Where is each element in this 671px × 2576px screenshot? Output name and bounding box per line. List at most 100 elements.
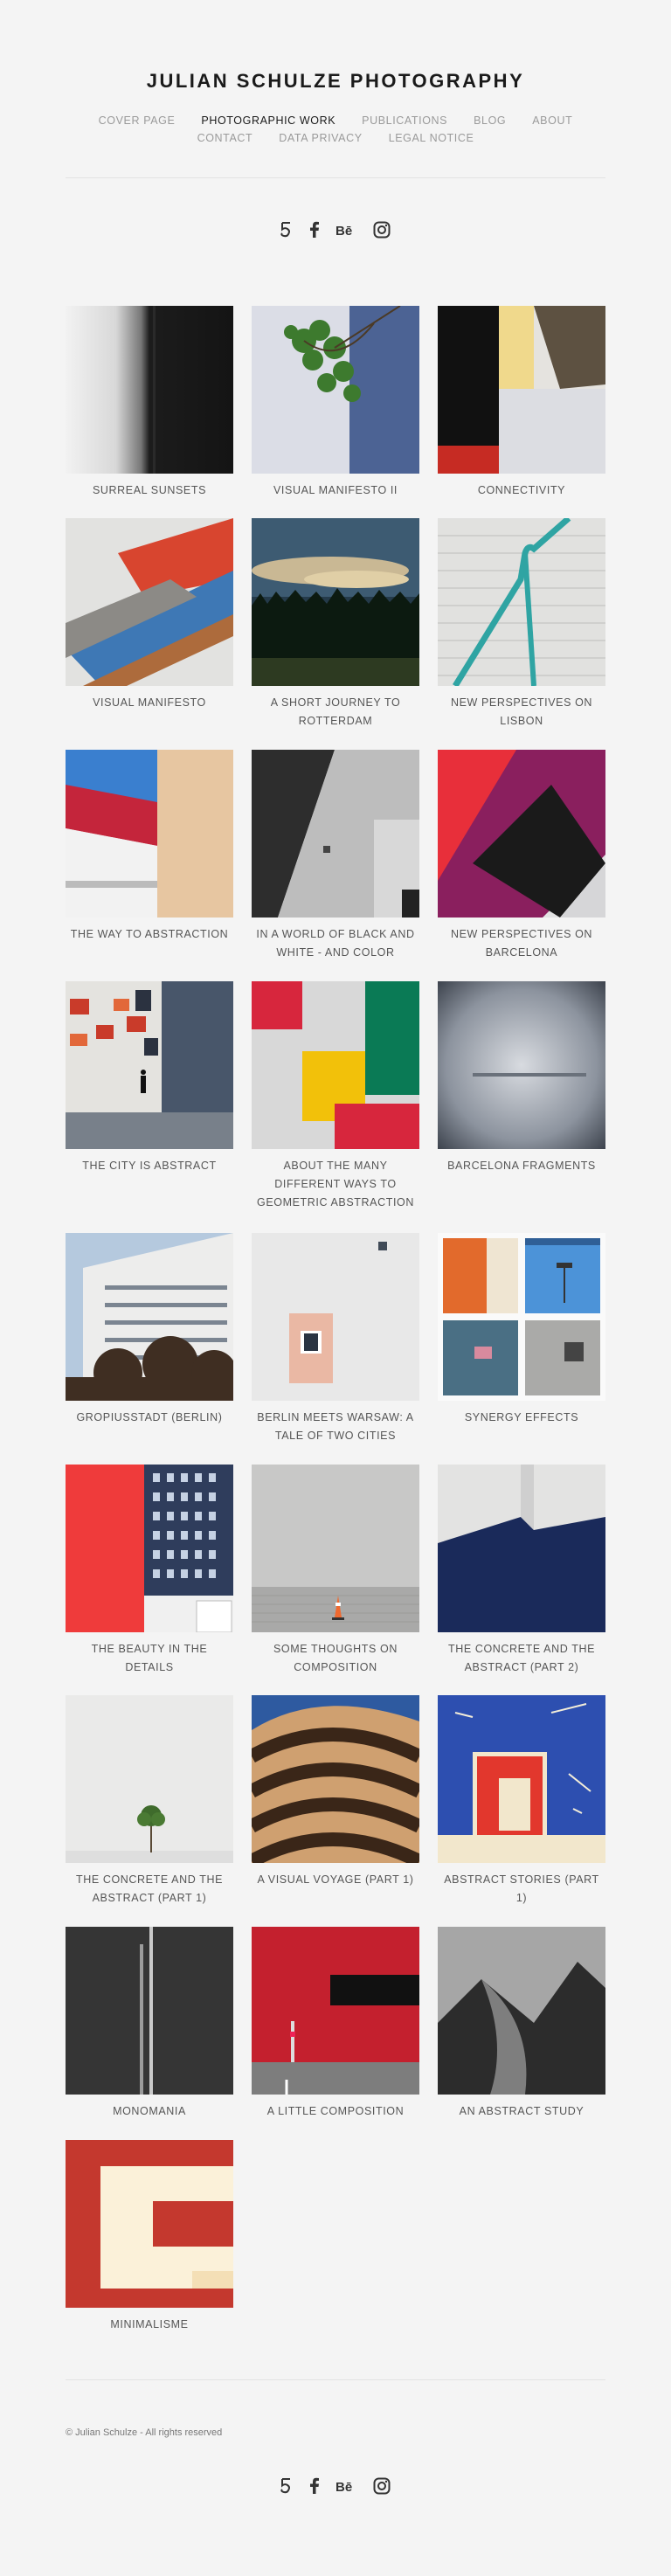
gallery-thumbnail[interactable] [66,518,233,686]
gallery-item-the-concrete-and-the-abstract-part-1[interactable]: THE CONCRETE AND THE ABSTRACT (PART 1) [66,1695,233,1908]
gallery-item-about-the-many-different-ways-to-geometric-abstraction[interactable]: ABOUT THE MANY DIFFERENT WAYS TO GEOMETR… [252,981,419,1212]
gallery-item-minimalisme[interactable]: MINIMALISME [66,2140,233,2334]
behance-icon[interactable]: Bē [336,2478,356,2494]
gallery-caption[interactable]: NEW PERSPECTIVES ON BARCELONA [438,925,605,962]
gallery-item-in-a-world-of-black-and-white-and-color[interactable]: IN A WORLD OF BLACK AND WHITE - AND COLO… [252,750,419,962]
gallery-item-new-perspectives-on-lisbon[interactable]: NEW PERSPECTIVES ON LISBON [438,518,605,731]
gallery-item-the-concrete-and-the-abstract-part-2[interactable]: THE CONCRETE AND THE ABSTRACT (PART 2) [438,1465,605,1677]
gallery-caption[interactable]: NEW PERSPECTIVES ON LISBON [438,694,605,731]
gallery-thumbnail[interactable] [438,750,605,918]
gallery-thumbnail[interactable] [438,306,605,474]
gallery-thumbnail[interactable] [66,306,233,474]
gallery-thumbnail[interactable] [66,1927,233,2095]
gallery-caption[interactable]: MONOMANIA [66,2102,233,2121]
gallery-thumbnail[interactable] [66,1465,233,1632]
gallery-caption[interactable]: THE CITY IS ABSTRACT [66,1157,233,1175]
gallery-caption[interactable]: IN A WORLD OF BLACK AND WHITE - AND COLO… [252,925,419,962]
gallery-caption[interactable]: VISUAL MANIFESTO II [252,481,419,500]
gallery-item-abstract-stories-part-1[interactable]: ABSTRACT STORIES (PART 1) [438,1695,605,1908]
nav-data-privacy[interactable]: DATA PRIVACY [279,132,362,144]
gallery-item-surreal-sunsets[interactable]: SURREAL SUNSETS [66,306,233,500]
gallery-thumbnail[interactable] [438,1233,605,1401]
gallery-caption[interactable]: A LITTLE COMPOSITION [252,2102,419,2121]
gallery-caption[interactable]: SURREAL SUNSETS [66,481,233,500]
gallery-thumbnail[interactable] [66,750,233,918]
gallery-caption[interactable]: SYNERGY EFFECTS [438,1409,605,1427]
gallery-caption[interactable]: BARCELONA FRAGMENTS [438,1157,605,1175]
nav-legal-notice[interactable]: LEGAL NOTICE [389,132,474,144]
gallery-item-a-visual-voyage-part-1[interactable]: A VISUAL VOYAGE (PART 1) [252,1695,419,1889]
gallery-thumbnail[interactable] [66,981,233,1149]
header-divider [66,177,605,178]
gallery-item-the-way-to-abstraction[interactable]: THE WAY TO ABSTRACTION [66,750,233,944]
footer-copyright: © Julian Schulze - All rights reserved [66,2427,223,2438]
gallery-caption[interactable]: THE CONCRETE AND THE ABSTRACT (PART 1) [66,1871,233,1908]
nav-photographic-work[interactable]: PHOTOGRAPHIC WORK [201,114,336,127]
footer-social-links: Bē [0,2477,671,2495]
gallery-thumbnail[interactable] [438,1927,605,2095]
gallery-thumbnail[interactable] [66,2140,233,2308]
gallery-thumbnail[interactable] [252,1927,419,2095]
gallery-thumbnail[interactable] [66,1695,233,1863]
primary-nav: COVER PAGE PHOTOGRAPHIC WORK PUBLICATIONS B… [66,114,605,127]
gallery-item-barcelona-fragments[interactable]: BARCELONA FRAGMENTS [438,981,605,1175]
nav-contact[interactable]: CONTACT [197,132,253,144]
gallery-caption[interactable]: A SHORT JOURNEY TO ROTTERDAM [252,694,419,731]
gallery-item-monomania[interactable]: MONOMANIA [66,1927,233,2121]
behance-icon[interactable]: Bē [336,222,356,238]
gallery-thumbnail[interactable] [252,306,419,474]
gallery-caption[interactable]: MINIMALISME [66,2316,233,2334]
gallery-item-the-city-is-abstract[interactable]: THE CITY IS ABSTRACT [66,981,233,1175]
gallery-thumbnail[interactable] [66,1233,233,1401]
gallery-thumbnail[interactable] [252,1695,419,1863]
gallery-caption[interactable]: THE WAY TO ABSTRACTION [66,925,233,944]
instagram-icon[interactable] [373,221,391,239]
gallery-caption[interactable]: AN ABSTRACT STUDY [438,2102,605,2121]
gallery-item-visual-manifesto[interactable]: VISUAL MANIFESTO [66,518,233,712]
500px-icon[interactable] [280,221,293,239]
gallery-thumbnail[interactable] [438,981,605,1149]
gallery-caption[interactable]: THE BEAUTY IN THE DETAILS [66,1640,233,1677]
gallery-item-a-short-journey-to-rotterdam[interactable]: A SHORT JOURNEY TO ROTTERDAM [252,518,419,731]
site-title[interactable]: JULIAN SCHULZE PHOTOGRAPHY [0,70,671,93]
gallery-caption[interactable]: SOME THOUGHTS ON COMPOSITION [252,1640,419,1677]
facebook-icon[interactable] [309,2477,320,2495]
secondary-nav: CONTACT DATA PRIVACY LEGAL NOTICE [66,132,605,144]
gallery-item-new-perspectives-on-barcelona[interactable]: NEW PERSPECTIVES ON BARCELONA [438,750,605,962]
gallery-caption[interactable]: ABOUT THE MANY DIFFERENT WAYS TO GEOMETR… [252,1157,419,1212]
gallery-item-an-abstract-study[interactable]: AN ABSTRACT STUDY [438,1927,605,2121]
gallery-item-synergy-effects[interactable]: SYNERGY EFFECTS [438,1233,605,1427]
gallery-thumbnail[interactable] [438,1465,605,1632]
gallery-item-connectivity[interactable]: CONNECTIVITY [438,306,605,500]
gallery-caption[interactable]: ABSTRACT STORIES (PART 1) [438,1871,605,1908]
gallery-caption[interactable]: GROPIUSSTADT (BERLIN) [66,1409,233,1427]
500px-icon[interactable] [280,2477,293,2495]
gallery-caption[interactable]: THE CONCRETE AND THE ABSTRACT (PART 2) [438,1640,605,1677]
nav-cover-page[interactable]: COVER PAGE [99,114,176,127]
gallery-item-berlin-meets-warsaw-a-tale-of-two-cities[interactable]: BERLIN MEETS WARSAW: A TALE OF TWO CITIE… [252,1233,419,1445]
nav-about[interactable]: ABOUT [532,114,572,127]
nav-publications[interactable]: PUBLICATIONS [362,114,447,127]
gallery-thumbnail[interactable] [252,750,419,918]
gallery-item-the-beauty-in-the-details[interactable]: THE BEAUTY IN THE DETAILS [66,1465,233,1677]
gallery-thumbnail[interactable] [438,1695,605,1863]
gallery-thumbnail[interactable] [438,518,605,686]
gallery-thumbnail[interactable] [252,1465,419,1632]
gallery-caption[interactable]: BERLIN MEETS WARSAW: A TALE OF TWO CITIE… [252,1409,419,1445]
gallery-item-gropiusstadt-berlin[interactable]: GROPIUSSTADT (BERLIN) [66,1233,233,1427]
gallery-caption[interactable]: A VISUAL VOYAGE (PART 1) [252,1871,419,1889]
gallery-item-visual-manifesto-ii[interactable]: VISUAL MANIFESTO II [252,306,419,500]
gallery-thumbnail[interactable] [252,518,419,686]
svg-text:Bē: Bē [336,2480,352,2494]
instagram-icon[interactable] [373,2477,391,2495]
header-social-links: Bē [0,221,671,239]
nav-blog[interactable]: BLOG [474,114,506,127]
gallery-thumbnail[interactable] [252,981,419,1149]
gallery-thumbnail[interactable] [252,1233,419,1401]
gallery-caption[interactable]: VISUAL MANIFESTO [66,694,233,712]
footer-divider [66,2379,605,2380]
facebook-icon[interactable] [309,221,320,239]
gallery-caption[interactable]: CONNECTIVITY [438,481,605,500]
gallery-item-some-thoughts-on-composition[interactable]: SOME THOUGHTS ON COMPOSITION [252,1465,419,1677]
gallery-item-a-little-composition[interactable]: A LITTLE COMPOSITION [252,1927,419,2121]
